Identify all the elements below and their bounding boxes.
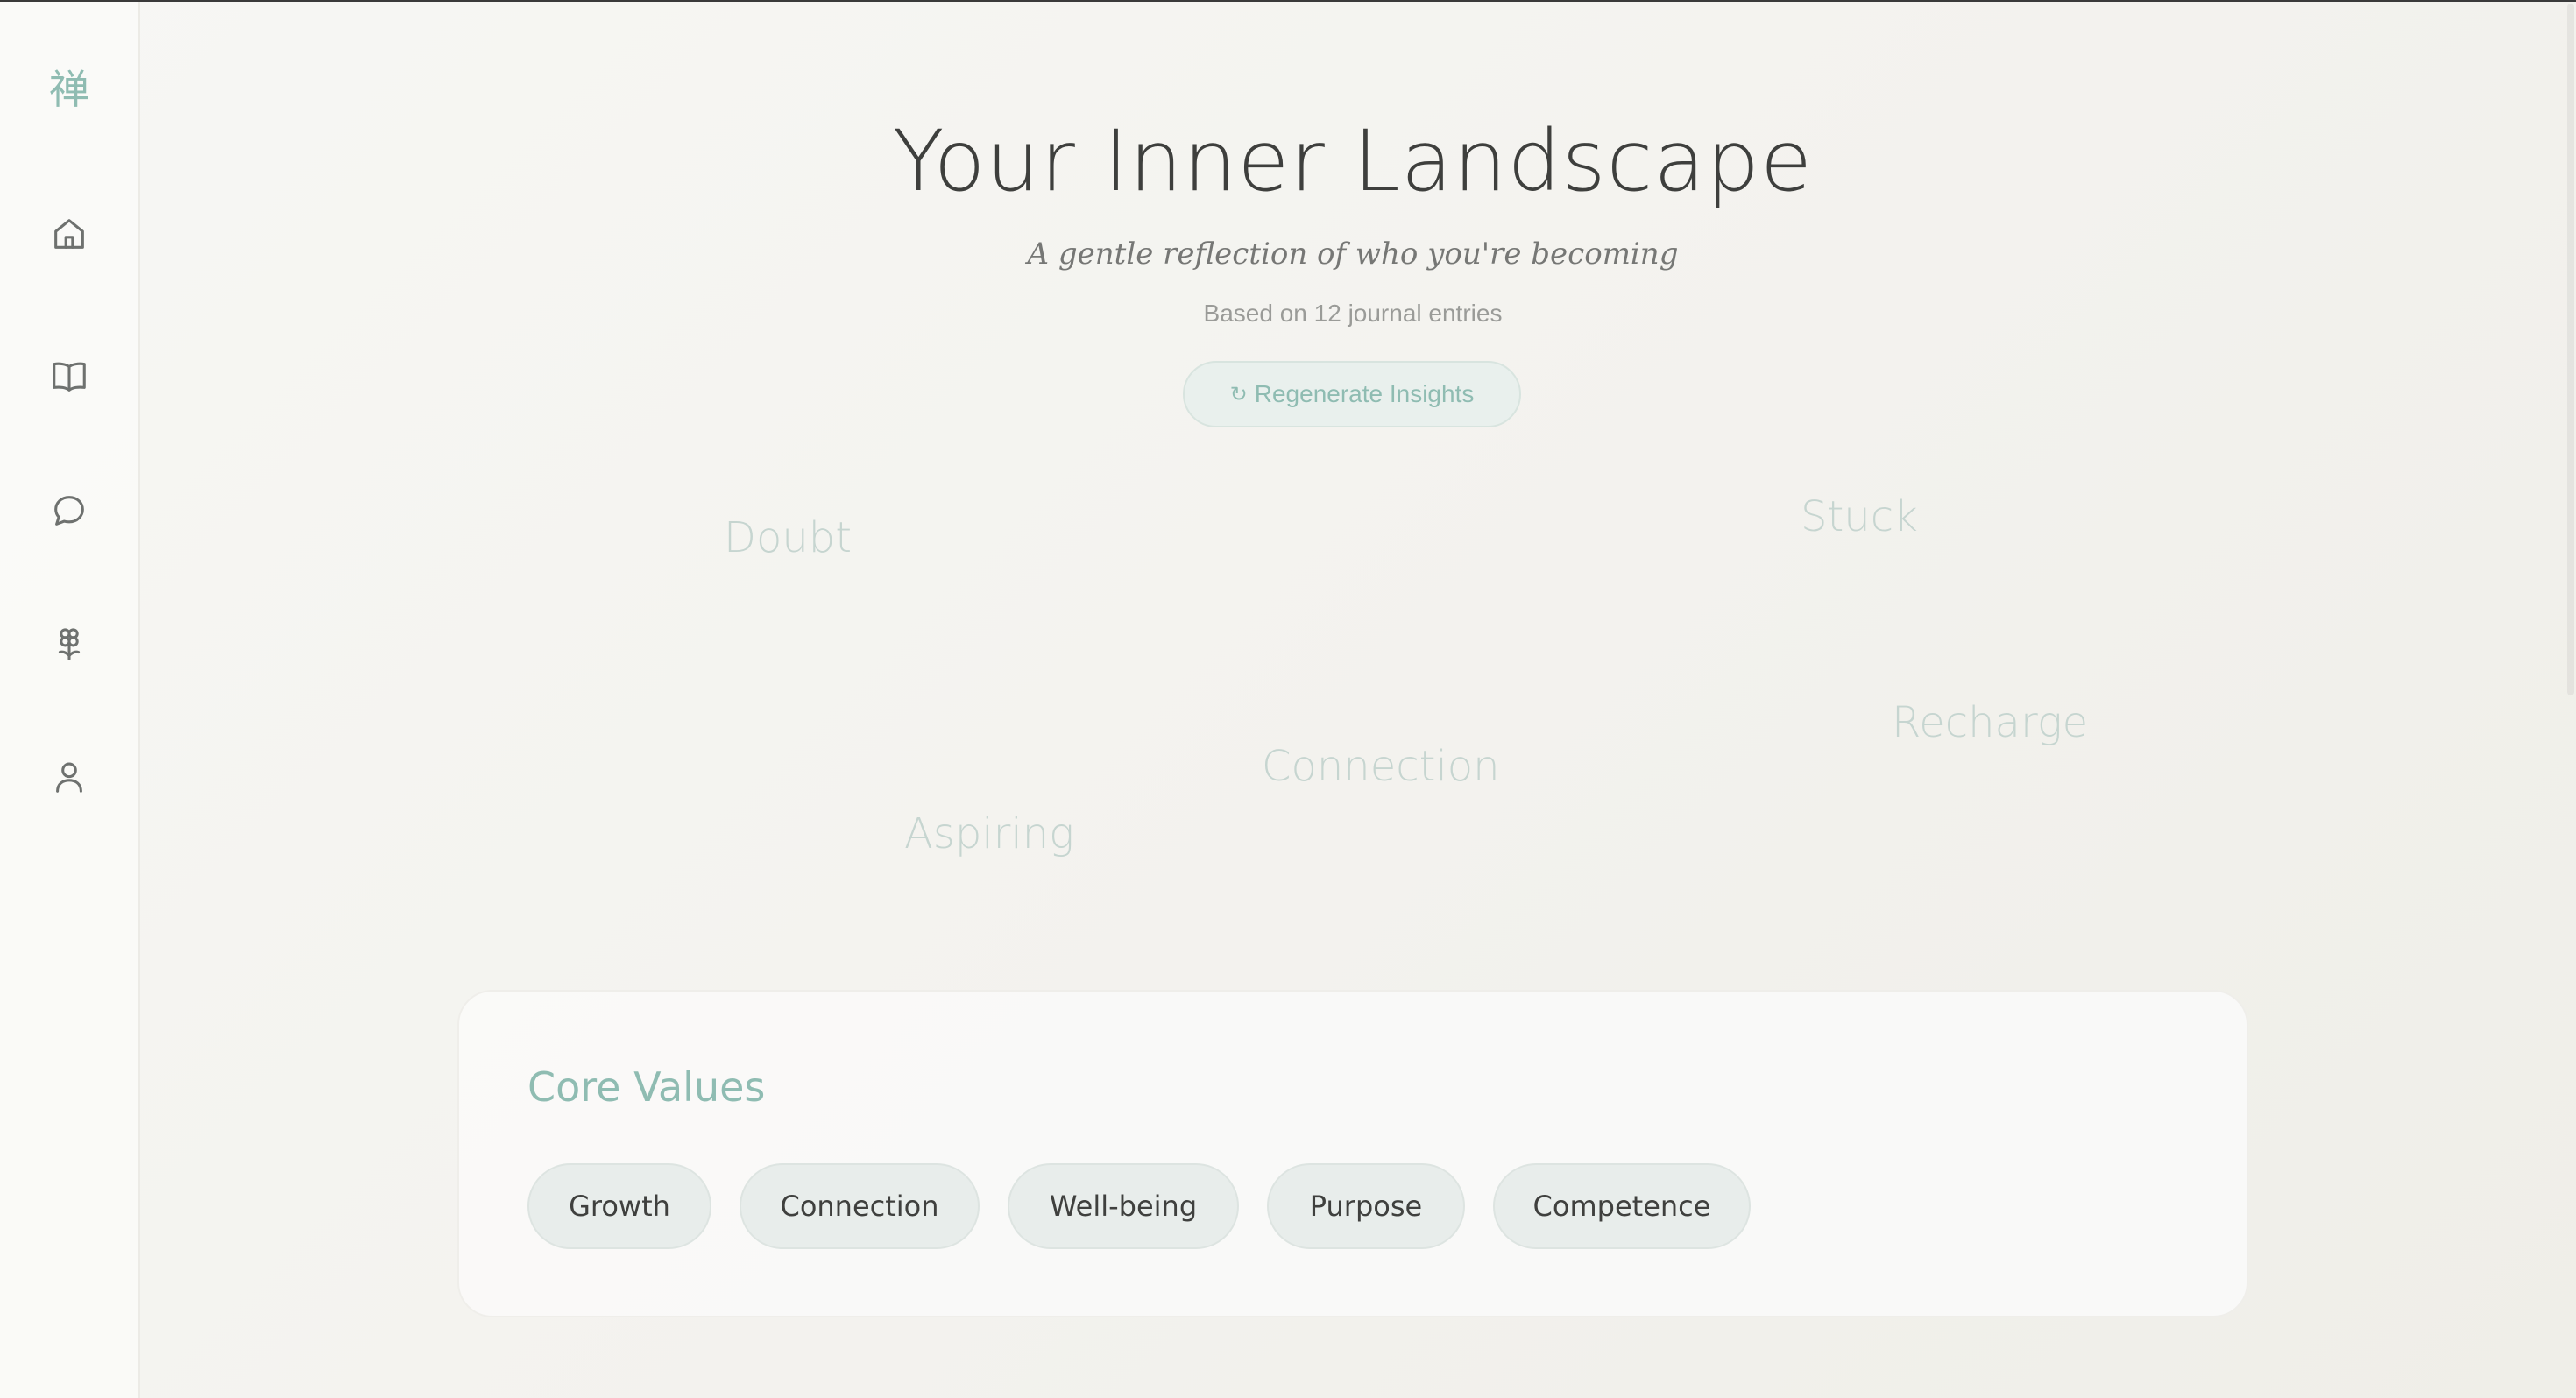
main-content: Your Inner Landscape A gentle reflection… <box>140 0 2576 1398</box>
sidebar: 禅 <box>0 2 140 1398</box>
sidebar-item-chat[interactable] <box>44 485 95 536</box>
value-chip[interactable]: Connection <box>740 1163 980 1249</box>
journal-entry-count: Based on 12 journal entries <box>1203 300 1503 327</box>
emotion-word: Recharge <box>1892 698 2089 747</box>
value-chip[interactable]: Growth <box>527 1163 711 1249</box>
user-icon <box>56 762 82 793</box>
sidebar-item-insights[interactable] <box>44 618 95 669</box>
sidebar-item-profile[interactable] <box>44 752 95 802</box>
emotion-word: Connection <box>1262 742 1500 791</box>
book-icon <box>53 362 86 392</box>
page-title: Your Inner Landscape <box>892 112 1814 210</box>
core-values-card: Core Values Growth Connection Well-being… <box>457 990 2248 1317</box>
value-chip[interactable]: Purpose <box>1267 1163 1465 1249</box>
page-subtitle: A gentle reflection of who you're becomi… <box>1027 237 1679 272</box>
sidebar-item-journal[interactable] <box>44 350 95 401</box>
sidebar-item-home[interactable] <box>44 208 95 259</box>
value-chip[interactable]: Competence <box>1493 1163 1751 1249</box>
app-logo[interactable]: 禅 <box>0 58 138 116</box>
regenerate-insights-label: Regenerate Insights <box>1254 380 1475 407</box>
emotion-word: Stuck <box>1801 492 1918 541</box>
refresh-icon: ↻ <box>1229 382 1248 406</box>
scrollbar-thumb[interactable] <box>2567 4 2574 695</box>
emotion-word: Doubt <box>724 513 853 562</box>
chat-icon <box>54 496 84 526</box>
home-icon <box>54 219 84 249</box>
value-chip[interactable]: Well-being <box>1008 1163 1239 1249</box>
core-values-title: Core Values <box>527 1063 766 1111</box>
flower-icon <box>58 628 81 660</box>
regenerate-insights-button[interactable]: ↻ Regenerate Insights <box>1183 361 1521 427</box>
emotion-word: Aspiring <box>904 809 1074 858</box>
